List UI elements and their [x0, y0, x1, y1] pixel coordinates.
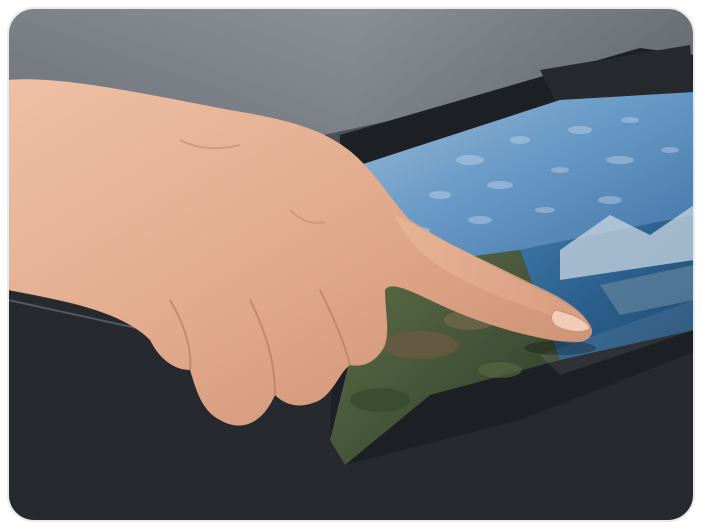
photo-frame	[0, 0, 702, 529]
finger-shadow	[524, 341, 596, 355]
touchscreen-photo	[0, 0, 702, 529]
